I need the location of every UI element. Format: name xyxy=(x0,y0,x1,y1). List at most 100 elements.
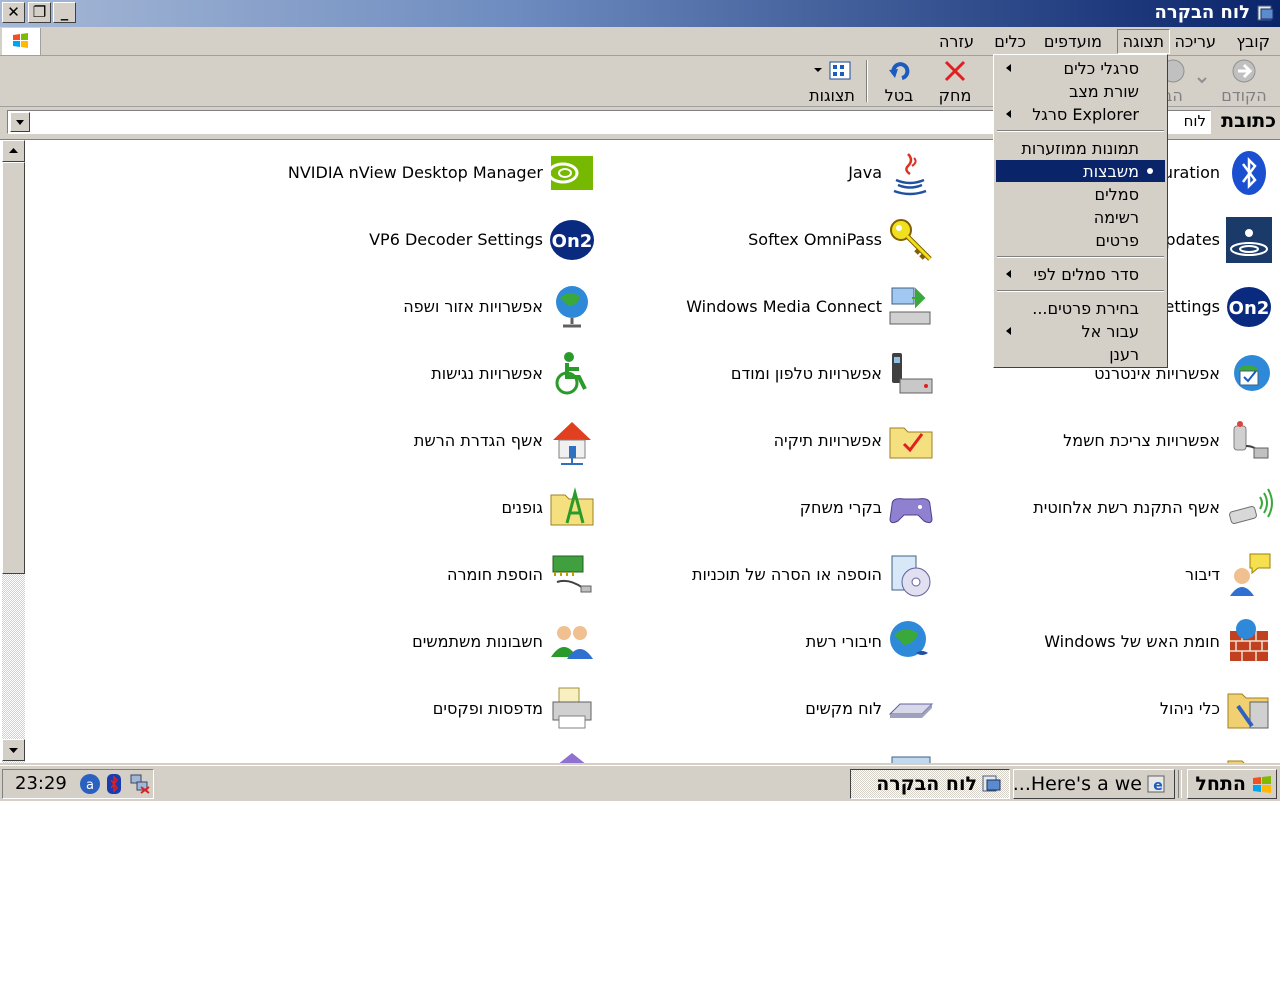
item-administrative-tools[interactable]: כלי ניהול xyxy=(974,684,1274,738)
updates-icon xyxy=(1226,217,1272,263)
fonts-folder-icon xyxy=(550,487,594,526)
submenu-arrow-icon xyxy=(1006,327,1011,335)
menu-item-icons[interactable]: סמלים xyxy=(996,183,1165,205)
vertical-scrollbar[interactable] xyxy=(2,140,25,763)
submenu-arrow-icon xyxy=(1006,64,1011,72)
delete-button[interactable]: מחק xyxy=(930,58,980,105)
on2-icon: On2 xyxy=(550,220,594,260)
bluetooth-tray-icon[interactable] xyxy=(105,773,123,795)
restore-button[interactable]: ❐ xyxy=(28,2,51,23)
back-button[interactable]: הקודם xyxy=(1214,58,1274,105)
accessibility-icon xyxy=(555,352,587,395)
menu-separator xyxy=(997,290,1164,292)
menu-item-refresh[interactable]: רענן xyxy=(996,343,1165,365)
menu-edit[interactable]: עריכה xyxy=(1174,32,1216,51)
menu-item-explorer-bar[interactable]: Explorer סרגל xyxy=(996,103,1165,125)
add-hardware-icon xyxy=(552,555,592,593)
menu-item-go-to[interactable]: עבור אל xyxy=(996,320,1165,342)
item-nvidia-nview[interactable]: NVIDIA nView Desktop Manager xyxy=(277,148,597,202)
menu-item-list[interactable]: רשימה xyxy=(996,206,1165,228)
back-dropdown[interactable] xyxy=(1190,58,1214,86)
item-windows-media-connect[interactable]: Windows Media Connect xyxy=(636,282,936,336)
close-button[interactable]: ✕ xyxy=(2,2,25,23)
folder-options-icon xyxy=(889,427,933,459)
menu-bar: קובץ עריכה תצוגה מועדפים כלים עזרה xyxy=(0,28,1280,56)
control-panel-window: ✕ ❐ _ לוח הבקרה קובץ עריכה תצוגה מועדפים… xyxy=(0,0,1280,801)
title-bar[interactable]: ✕ ❐ _ לוח הבקרה xyxy=(0,0,1280,27)
submenu-arrow-icon xyxy=(1006,270,1011,278)
network-connections-icon xyxy=(890,621,928,657)
menu-help[interactable]: עזרה xyxy=(939,32,974,51)
menu-item-choose-details[interactable]: בחירת פרטים... xyxy=(996,297,1165,319)
arrow-up-icon xyxy=(9,148,18,153)
address-dropdown-button[interactable] xyxy=(10,112,30,132)
item-softex-omnipass[interactable]: Softex OmniPass xyxy=(636,215,936,269)
menu-favorites[interactable]: מועדפים xyxy=(1044,32,1102,51)
firewall-icon xyxy=(1230,619,1268,661)
menu-file[interactable]: קובץ xyxy=(1236,32,1270,51)
menu-item-toolbars[interactable]: סרגלי כלים xyxy=(996,57,1165,79)
windows-logo-icon xyxy=(2,28,41,55)
control-panel-icon xyxy=(1257,5,1274,21)
view-menu-dropdown: סרגלי כלים שורת מצב Explorer סרגל תמונות… xyxy=(993,54,1168,368)
item-user-accounts[interactable]: חשבונות משתמשים xyxy=(277,617,597,671)
back-arrow-icon xyxy=(1232,59,1256,83)
power-options-icon xyxy=(1233,421,1269,459)
item-network-setup-wizard[interactable]: אשף הגדרת הרשת xyxy=(277,416,597,470)
windows-logo-icon xyxy=(1253,776,1271,793)
task-ie-window[interactable]: e Here's a we... xyxy=(1013,769,1175,799)
item-wireless-network-wizard[interactable]: אשף התקנת רשת אלחוטית xyxy=(974,483,1274,537)
item-fonts[interactable]: גופנים xyxy=(277,483,597,537)
menu-item-arrange-icons[interactable]: סדר סמלים לפי xyxy=(996,263,1165,285)
item-speech[interactable]: דיבור xyxy=(974,550,1274,604)
menu-item-details[interactable]: פרטים xyxy=(996,229,1165,251)
item-partial-row[interactable] xyxy=(974,751,1274,763)
item-accessibility-options[interactable]: אפשרויות נגישות xyxy=(277,349,597,403)
toolbar-separator xyxy=(866,60,868,102)
item-power-options[interactable]: אפשרויות צריכת חשמל xyxy=(974,416,1274,470)
system-tray: 23:29 a xyxy=(2,769,154,799)
item-partial-row[interactable] xyxy=(277,751,597,763)
partial-icon xyxy=(559,753,585,763)
item-network-connections[interactable]: חיבורי רשת xyxy=(636,617,936,671)
item-regional-language-options[interactable]: אפשרויות אזור ושפה xyxy=(277,282,597,336)
delete-x-icon xyxy=(944,60,966,82)
scrollbar-thumb[interactable] xyxy=(2,162,25,574)
menu-tools[interactable]: כלים xyxy=(994,32,1026,51)
taskbar: התחל e Here's a we... לוח הבקרה 23:29 a xyxy=(0,765,1280,801)
minimize-button[interactable]: _ xyxy=(53,2,76,23)
folder-icon xyxy=(1227,760,1245,763)
menu-item-tiles[interactable]: משבצות xyxy=(996,160,1165,182)
internet-explorer-icon: e xyxy=(1147,775,1165,794)
keyboard-icon xyxy=(888,703,934,718)
item-java[interactable]: Java xyxy=(636,148,936,202)
task-control-panel[interactable]: לוח הבקרה xyxy=(850,769,1010,799)
nvidia-icon xyxy=(547,156,593,190)
start-button[interactable]: התחל xyxy=(1187,769,1277,799)
menu-item-status-bar[interactable]: שורת מצב xyxy=(996,80,1165,102)
item-folder-options[interactable]: אפשרויות תיקיה xyxy=(636,416,936,470)
item-windows-firewall[interactable]: חומת האש של Windows xyxy=(974,617,1274,671)
views-button[interactable]: תצוגות xyxy=(804,58,860,105)
undo-button[interactable]: בטל xyxy=(876,58,922,105)
control-panel-icon xyxy=(982,775,1001,792)
item-keyboard[interactable]: לוח מקשים xyxy=(636,684,936,738)
scroll-down-button[interactable] xyxy=(2,739,25,761)
item-printers-faxes[interactable]: מדפסות ופקסים xyxy=(277,684,597,738)
network-disconnected-icon[interactable] xyxy=(129,773,151,795)
item-partial-row[interactable] xyxy=(636,751,936,763)
item-game-controllers[interactable]: בקרי משחק xyxy=(636,483,936,537)
language-icon[interactable]: a xyxy=(79,773,101,795)
chevron-down-icon xyxy=(1197,77,1207,84)
gamepad-icon xyxy=(889,498,933,524)
item-vp6-decoder[interactable]: On2 VP6 Decoder Settings xyxy=(277,215,597,269)
item-phone-modem-options[interactable]: אפשרויות טלפון ומודם xyxy=(636,349,936,403)
globe-icon xyxy=(556,286,588,328)
menu-separator xyxy=(997,256,1164,258)
printer-icon xyxy=(552,687,592,729)
scroll-up-button[interactable] xyxy=(2,140,25,162)
menu-item-thumbnails[interactable]: תמונות ממוזערות xyxy=(996,137,1165,159)
item-add-hardware[interactable]: הוספת חומרה xyxy=(277,550,597,604)
item-add-remove-programs[interactable]: הוספה או הסרה של תוכניות xyxy=(636,550,936,604)
menu-view[interactable]: תצוגה xyxy=(1116,29,1170,54)
